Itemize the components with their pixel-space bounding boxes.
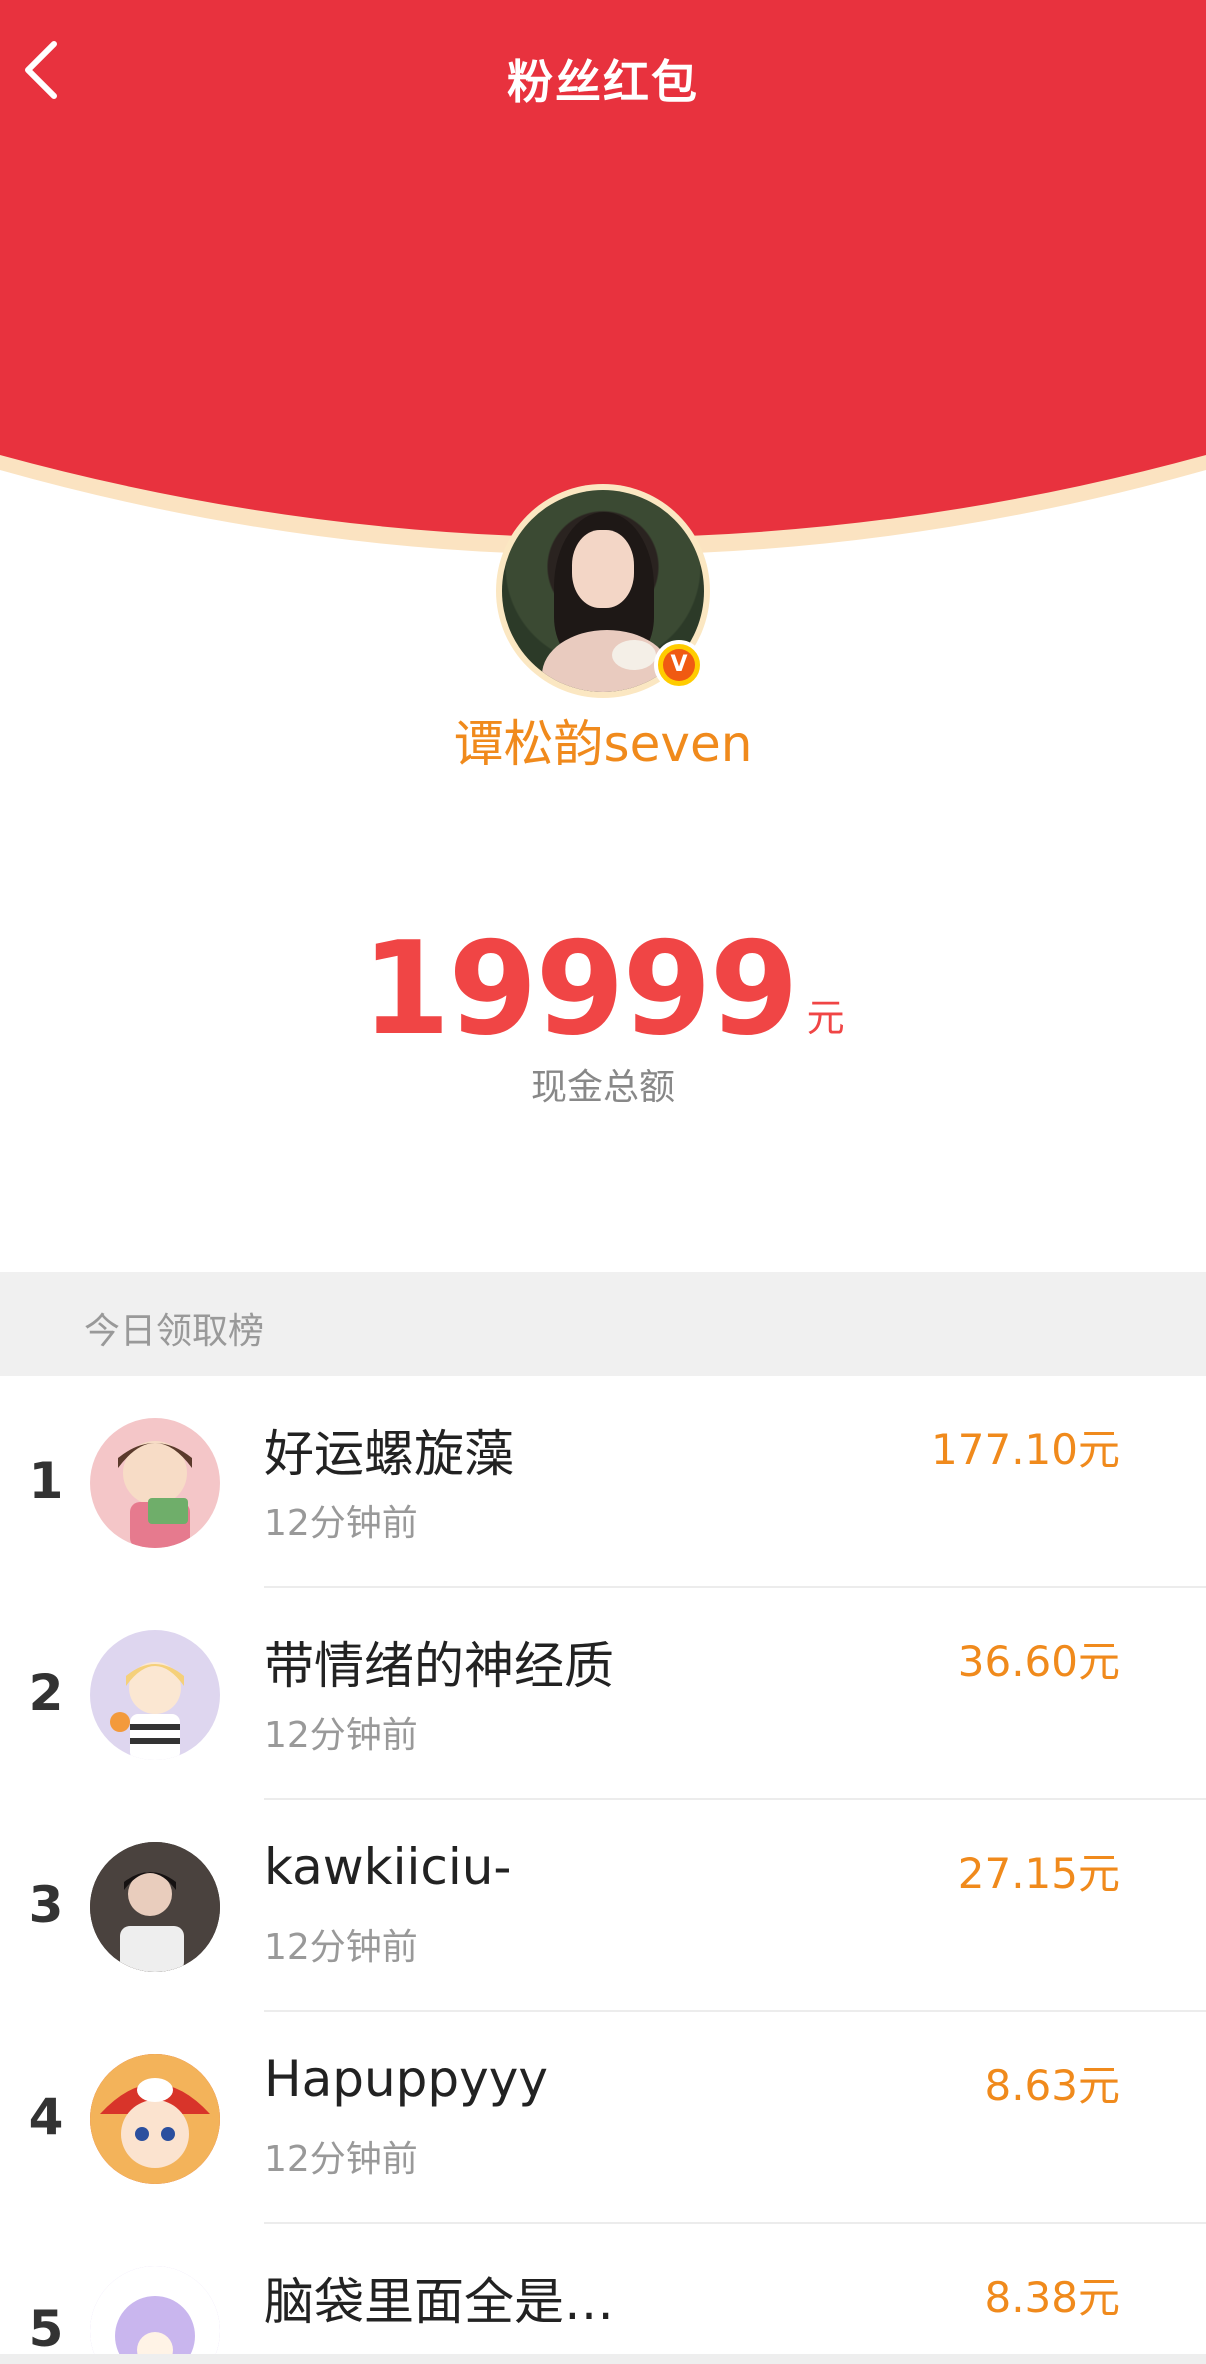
page-title: 粉丝红包	[507, 55, 699, 109]
claim-amount: 8.38元	[984, 2273, 1120, 2322]
list-item[interactable]: 3 kawkiiciu- 12分钟前 27.15元	[0, 1800, 1206, 2012]
rank-number: 4	[28, 2088, 64, 2146]
claim-time: 12分钟前	[264, 2139, 418, 2180]
total-amount: 19999 元	[0, 920, 1206, 1060]
claim-amount: 27.15元	[957, 1849, 1120, 1898]
cartoon-girl-icon	[110, 1662, 184, 1760]
user-photo-icon	[90, 1842, 220, 1972]
user-avatar[interactable]	[90, 1842, 220, 1972]
claim-amount: 177.10元	[931, 1425, 1120, 1474]
leaderboard-list: 1 好运螺旋藻 12分钟前 177.10元 2 带情绪的神经质 12分钟前 36…	[0, 1376, 1206, 2364]
user-name[interactable]: 好运螺旋藻	[264, 1414, 514, 1486]
user-name[interactable]: kawkiiciu-	[264, 1838, 511, 1896]
claim-amount: 8.63元	[984, 2061, 1120, 2110]
rank-number: 2	[28, 1664, 64, 1722]
rank-number: 5	[28, 2300, 64, 2358]
list-item[interactable]: 4 Hapuppyyy 12分钟前 8.63元	[0, 2012, 1206, 2224]
bottom-edge	[0, 2354, 1206, 2364]
user-avatar[interactable]	[90, 2054, 220, 2184]
list-item[interactable]: 2 带情绪的神经质 12分钟前 36.60元	[0, 1588, 1206, 1800]
claim-time: 12分钟前	[264, 1927, 418, 1968]
total-amount-unit: 元	[806, 996, 845, 1040]
user-name[interactable]: 脑袋里面全是…	[264, 2262, 614, 2334]
claim-amount: 36.60元	[957, 1637, 1120, 1686]
rank-number: 3	[28, 1876, 64, 1934]
claim-time: 12分钟前	[264, 1503, 418, 1544]
rank-number: 1	[28, 1452, 64, 1510]
verified-badge-letter: V	[663, 649, 695, 681]
page: 粉丝红包 V 谭松韵seven 19999 元 现金总额 今日领取榜 1 好运螺…	[0, 0, 1206, 2364]
user-avatar[interactable]	[90, 2266, 220, 2364]
user-name[interactable]: 带情绪的神经质	[264, 1626, 614, 1698]
username[interactable]: 谭松韵seven	[0, 704, 1206, 776]
list-item[interactable]: 5 脑袋里面全是… 8.38元	[0, 2224, 1206, 2364]
list-item[interactable]: 1 好运螺旋藻 12分钟前 177.10元	[0, 1376, 1206, 1588]
cartoon-sheep-icon	[90, 2266, 220, 2364]
leaderboard-title: 今日领取榜	[84, 1311, 265, 1352]
leaderboard-header: 今日领取榜	[0, 1272, 1206, 1376]
cartoon-character-icon	[90, 2054, 220, 2184]
user-name[interactable]: Hapuppyyy	[264, 2050, 548, 2108]
user-avatar[interactable]	[90, 1418, 220, 1548]
verified-badge-icon: V	[654, 640, 704, 690]
user-avatar[interactable]	[90, 1630, 220, 1760]
total-amount-label: 现金总额	[530, 1067, 675, 1108]
claim-time: 12分钟前	[264, 1715, 418, 1756]
cartoon-girl-icon	[118, 1441, 192, 1548]
total-amount-value: 19999	[361, 915, 798, 1064]
